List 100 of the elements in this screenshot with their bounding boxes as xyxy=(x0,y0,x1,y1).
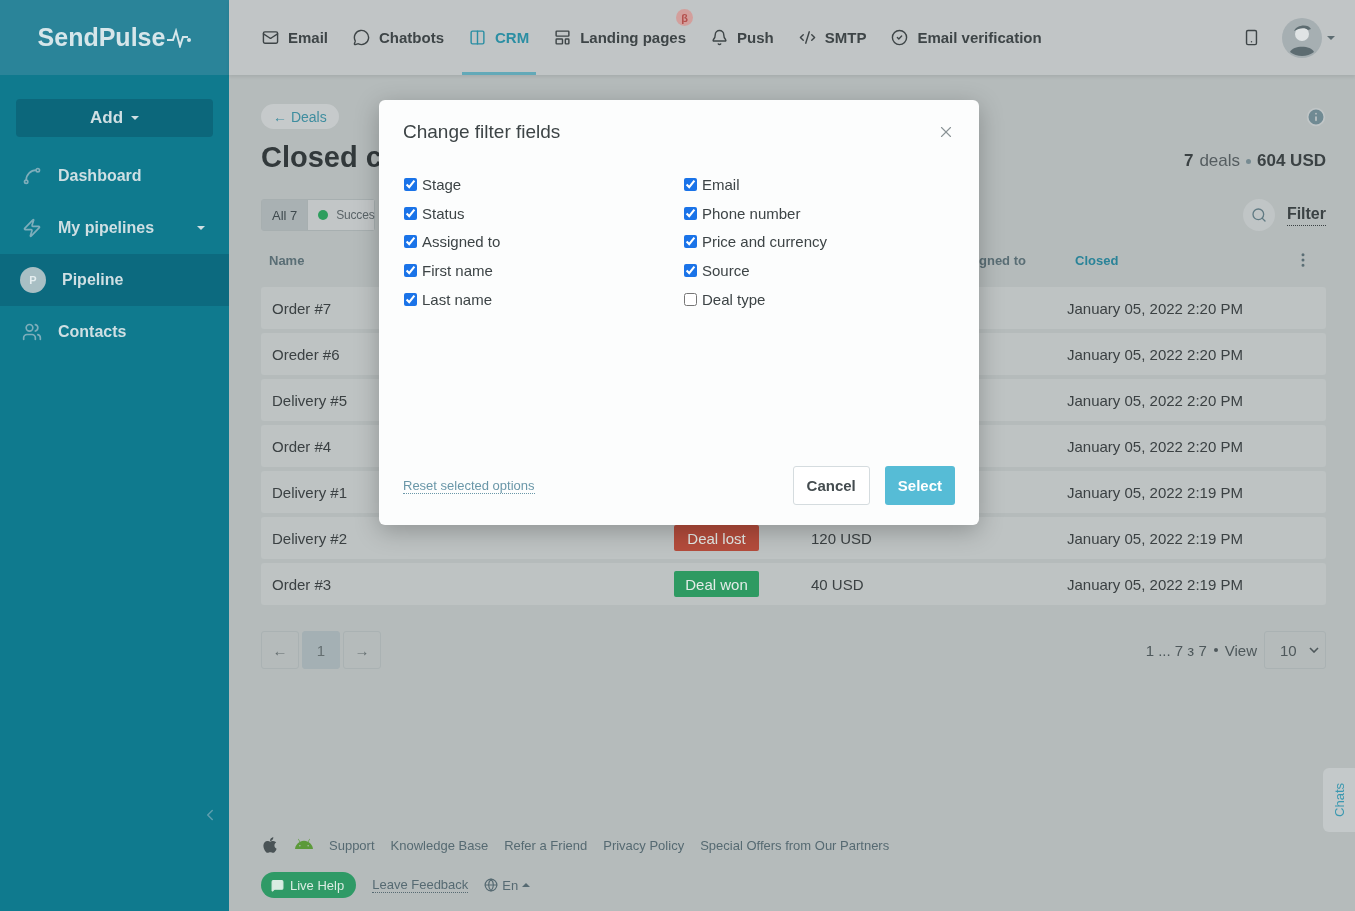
checkbox[interactable] xyxy=(404,292,417,306)
nav-icon xyxy=(554,29,572,46)
checkbox[interactable] xyxy=(684,235,697,249)
back-link[interactable]: ← Deals xyxy=(261,104,339,129)
phone-icon[interactable] xyxy=(1243,29,1260,46)
table-row[interactable]: Order #3 Deal won 40 USD January 05, 2022 2:19 PM xyxy=(261,563,1326,605)
cancel-button[interactable]: Cancel xyxy=(792,466,870,505)
search-button[interactable] xyxy=(1242,199,1275,231)
nav-tab[interactable]: Email verification xyxy=(884,0,1049,75)
search-icon xyxy=(1250,207,1267,223)
sidebar-item[interactable]: Contacts xyxy=(0,306,229,358)
nav-icon xyxy=(469,29,487,46)
beta-badge: β xyxy=(676,9,694,26)
sidebar-icon xyxy=(22,218,42,238)
status-badge: Deal won xyxy=(674,571,759,597)
column-header[interactable]: Closed xyxy=(1067,252,1119,268)
checkbox[interactable] xyxy=(404,235,417,249)
filter-link[interactable]: Filter xyxy=(1286,204,1326,226)
footer-link[interactable]: Special Offers from Our Partners xyxy=(700,837,890,853)
checkbox-label[interactable]: Price and currency xyxy=(702,233,828,251)
prev-page-button[interactable]: ← xyxy=(261,631,299,669)
checkbox-label[interactable]: Stage xyxy=(422,175,462,193)
deal-unit: deals xyxy=(1199,151,1240,171)
table-cell: Delivery #5 xyxy=(272,391,348,409)
sidebar-icon xyxy=(22,322,42,342)
checkbox-label[interactable]: Source xyxy=(702,261,750,279)
table-cell: Order #3 xyxy=(272,575,332,593)
avatar-icon[interactable] xyxy=(1282,17,1322,58)
sidebar-item[interactable]: Dashboard xyxy=(0,150,229,202)
chevron-down-icon xyxy=(1309,647,1319,653)
view-label: View xyxy=(1224,641,1257,659)
filter-tab[interactable]: Succes xyxy=(308,200,375,230)
language-button[interactable]: En xyxy=(484,877,531,893)
checkbox[interactable] xyxy=(684,177,697,191)
deal-total: 604 USD xyxy=(1257,151,1326,171)
table-cell: January 05, 2022 2:19 PM xyxy=(1067,483,1243,501)
checkbox-label[interactable]: First name xyxy=(422,261,493,279)
avatar: P xyxy=(20,267,46,293)
nav-icon xyxy=(353,29,371,46)
sidebar-label: Contacts xyxy=(58,323,128,341)
checkbox[interactable] xyxy=(404,263,417,277)
dialog-title: Change filter fields xyxy=(403,121,561,143)
select-button[interactable]: Select xyxy=(884,466,955,505)
table-cell: January 05, 2022 2:20 PM xyxy=(1067,299,1243,317)
filter-tab[interactable]: All 7 xyxy=(262,200,309,230)
sidebar-icon xyxy=(22,166,42,186)
live-help-button[interactable]: Live Help xyxy=(261,872,357,898)
table-cell: 120 USD xyxy=(811,529,872,547)
apple-icon[interactable] xyxy=(261,836,279,854)
footer-link[interactable]: Knowledge Base xyxy=(390,837,489,853)
caret-icon[interactable] xyxy=(1327,35,1335,40)
checkbox[interactable] xyxy=(684,263,697,277)
table-cell: January 05, 2022 2:20 PM xyxy=(1067,391,1243,409)
footer-link[interactable]: Refer a Friend xyxy=(504,837,588,853)
separator-dot xyxy=(1246,158,1251,164)
nav-tab[interactable]: Chatbots xyxy=(346,0,452,75)
table-cell: Order #7 xyxy=(272,299,332,317)
nav-icon xyxy=(891,29,909,46)
sidebar-item[interactable]: My pipelines xyxy=(0,202,229,254)
sidebar-item[interactable]: P Pipeline xyxy=(0,254,229,306)
pulse-icon xyxy=(167,27,192,48)
footer-link[interactable]: Privacy Policy xyxy=(603,837,685,853)
table-cell: Oreder #6 xyxy=(272,345,340,363)
globe-icon xyxy=(484,878,499,892)
table-cell: Order #4 xyxy=(272,437,332,455)
checkbox[interactable] xyxy=(684,292,697,306)
deal-count: 7 xyxy=(1183,151,1194,171)
table-cell: Delivery #2 xyxy=(272,529,348,547)
nav-tab[interactable]: Push xyxy=(704,0,781,75)
nav-tab[interactable]: CRM xyxy=(462,0,537,75)
checkbox-label[interactable]: Email xyxy=(702,175,740,193)
sidebar-label: Dashboard xyxy=(58,167,143,185)
next-page-button[interactable]: → xyxy=(343,631,381,669)
footer-link[interactable]: Support xyxy=(329,837,375,853)
nav-icon xyxy=(262,29,279,46)
checkbox-label[interactable]: Last name xyxy=(422,290,493,308)
feedback-link[interactable]: Leave Feedback xyxy=(372,877,469,893)
table-cell: January 05, 2022 2:19 PM xyxy=(1067,529,1243,547)
checkbox-label[interactable]: Assigned to xyxy=(422,233,501,251)
checkbox-label[interactable]: Deal type xyxy=(702,290,766,308)
nav-tab[interactable]: Email xyxy=(255,0,336,75)
checkbox-label[interactable]: Phone number xyxy=(702,204,801,222)
checkbox[interactable] xyxy=(404,206,417,220)
page-button[interactable]: 1 xyxy=(302,631,340,669)
nav-tab[interactable]: SMTP xyxy=(791,0,874,75)
status-badge: Deal lost xyxy=(674,525,759,551)
checkbox[interactable] xyxy=(404,177,417,191)
table-cell: Delivery #1 xyxy=(272,483,348,501)
sidebar-label: Pipeline xyxy=(62,271,125,289)
sidebar-label: My pipelines xyxy=(58,219,156,237)
checkbox-label[interactable]: Status xyxy=(422,204,465,222)
logo: SendPulse xyxy=(37,23,166,52)
page-range: 1 ... 7 з 7 xyxy=(1145,641,1207,659)
table-cell: January 05, 2022 2:20 PM xyxy=(1067,345,1243,363)
nav-tab[interactable]: β Landing pages xyxy=(547,0,694,75)
reset-link[interactable]: Reset selected options xyxy=(403,477,535,494)
chat-icon xyxy=(271,878,284,892)
checkbox[interactable] xyxy=(684,206,697,220)
page-size-select[interactable]: 10 xyxy=(1264,631,1326,669)
add-button[interactable]: Add xyxy=(16,99,213,137)
